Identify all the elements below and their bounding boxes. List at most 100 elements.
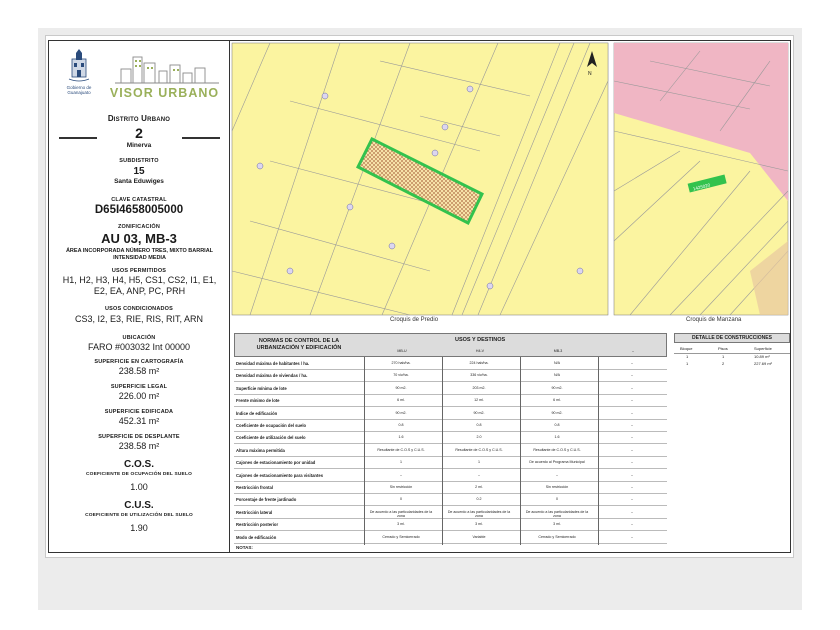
table-cell: 1	[686, 361, 689, 366]
table-row: Frente mínimo de lote 6 ml. 12 ml. 6 ml. –	[234, 396, 667, 408]
norma-value: –	[631, 361, 633, 365]
norma-value: 1.6	[554, 435, 560, 440]
norma-name: Coeficiente de ocupación del suelo	[236, 423, 307, 428]
table-row: Restricción posterior 3 ml. 3 ml. 3 ml. –	[234, 520, 667, 532]
sup-edificada-value: 452.31 m²	[118, 416, 160, 426]
norma-value: Sin restricción	[389, 485, 413, 489]
usos-permitidos-value: H1, H2, H3, H4, H5, CS1, CS2, I1, E1, E2…	[62, 275, 217, 296]
norma-value: 90 m2.	[395, 385, 407, 390]
norma-value: –	[631, 373, 633, 378]
norma-name: Densidad máxima de viviendas / ha.	[236, 373, 308, 379]
manzana-caption: Croquis de Manzana	[686, 317, 742, 323]
norma-value: 1	[400, 460, 402, 465]
detalle-table: DETALLE DE CONSTRUCCIONES Bloque Pisos S…	[674, 331, 790, 391]
document-sheet: Gobierno de Guanajuato VISOR URBANO Dist…	[45, 35, 794, 558]
norma-value: 90 m2.	[551, 410, 563, 415]
table-row: Modo de edificación Cerrado y Semicerrado…	[234, 533, 667, 544]
divider	[364, 357, 365, 545]
divider	[442, 357, 443, 545]
ubicacion-label: UBICACIÓN	[122, 335, 156, 341]
brand-title: VISOR URBANO	[109, 86, 220, 100]
norma-value: –	[631, 497, 633, 502]
zonificacion-value: AU 03, MB-3	[101, 231, 177, 246]
normas-header-right: USOS Y DESTINOS	[455, 337, 506, 343]
norma-name: Superficie mínima de lote	[236, 385, 287, 391]
cus-title: C.U.S.	[124, 500, 154, 511]
norma-name: Densidad máxima de habitantes / ha.	[236, 361, 310, 366]
normas-table: NORMAS DE CONTROL DE LA URBANIZACIÓN Y E…	[230, 331, 669, 552]
normas-table-header: NORMAS DE CONTROL DE LA URBANIZACIÓN Y E…	[234, 333, 667, 357]
norma-value: 3 ml.	[553, 522, 561, 527]
norma-value: 3 ml.	[397, 522, 405, 527]
table-row: Restricción lateral De acuerdo a las part…	[234, 508, 667, 519]
norma-value: 224 hab/ha.	[469, 361, 489, 365]
norma-value: 6 ml.	[397, 398, 405, 403]
table-row: Densidad máxima de habitantes / ha. 270 h…	[234, 359, 667, 370]
zonificacion-label: ZONIFICACIÓN	[117, 224, 161, 230]
detalle-col: Bloque	[680, 346, 693, 351]
norma-value: 12 ml.	[474, 398, 484, 403]
sup-legal-label: SUPERFICIE LEGAL	[110, 384, 168, 390]
norma-value: –	[631, 447, 633, 452]
ubicacion-value: FARO #003032 Int 00000	[87, 342, 191, 352]
cos-value: 1.00	[130, 482, 148, 492]
norma-name: Porcentaje de frente jardinado	[236, 497, 297, 503]
subdistrito-label: SUBDISTRITO	[119, 158, 159, 164]
norma-value: –	[631, 385, 633, 390]
col-header: –	[632, 349, 634, 353]
norma-value: –	[631, 423, 633, 427]
municipality-logo: Gobierno de Guanajuato	[57, 49, 101, 101]
norma-value: Cerrado y Semicerrado	[382, 534, 420, 539]
notas-label: NOTAS:	[236, 545, 253, 550]
clave-value: D65I4658005000	[94, 204, 184, 216]
norma-value: 336 viv/ha.	[470, 373, 488, 378]
municipality-text: Gobierno de Guanajuato	[66, 85, 92, 95]
norma-value: 1	[478, 460, 480, 465]
distrito-name: Minerva	[126, 142, 152, 149]
norma-value: –	[631, 472, 633, 477]
norma-value: 2 ml.	[475, 485, 483, 489]
norma-value: 2.0	[476, 435, 482, 440]
table-cell: 10.89 m²	[754, 354, 770, 359]
subdistrito-name: Santa Eduwiges	[114, 178, 164, 185]
norma-name: Cajones de estacionamiento para visitant…	[236, 472, 324, 478]
normas-header-left: NORMAS DE CONTROL DE LA URBANIZACIÓN Y E…	[256, 338, 342, 351]
clave-label: CLAVE CATASTRAL	[111, 197, 167, 203]
norma-value: –	[631, 509, 633, 514]
cos-title: C.O.S.	[123, 459, 154, 470]
norma-value: 203 m2.	[472, 385, 486, 390]
subdistrito-number: 15	[133, 166, 145, 177]
norma-name: Restricción posterior	[236, 522, 279, 528]
norma-name: Altura máxima permitida	[236, 447, 285, 453]
norma-value: –	[631, 460, 633, 465]
col-header: H4-V	[475, 349, 485, 353]
norma-value: N/A	[554, 373, 560, 378]
sup-cartografia-label: SUPERFICIE EN CARTOGRAFÍA	[94, 359, 184, 365]
table-row: Superficie mínima de lote 90 m2. 203 m2. 90…	[234, 384, 667, 395]
divider	[520, 357, 521, 545]
norma-name: Índice de edificación	[236, 410, 278, 416]
zonificacion-desc: ÁREA INCORPORADA NÚMERO TRES, MIXTO BARR…	[65, 248, 214, 261]
table-row: Cajones de estacionamiento para visitant…	[234, 471, 667, 482]
norma-value: De acuerdo al Programa Municipal	[529, 460, 585, 465]
norma-value: –	[631, 534, 633, 539]
col-header: MB-3	[553, 349, 563, 353]
detalle-col: Superficie	[754, 346, 772, 351]
city-skyline-icon	[115, 56, 219, 84]
table-row: Densidad máxima de viviendas / ha. 70 viv…	[234, 371, 667, 383]
manzana-map[interactable]: 1425020	[613, 42, 789, 316]
norma-name: Frente mínimo de lote	[236, 398, 280, 404]
norma-value: –	[631, 522, 633, 527]
predio-map[interactable]: N	[231, 42, 609, 316]
info-panel: Gobierno de Guanajuato VISOR URBANO Dist…	[49, 41, 230, 552]
detalle-header-row: Bloque Pisos Superficie	[674, 345, 790, 354]
distrito-label: Distrito Urbano	[107, 114, 171, 123]
table-row: 1 1 10.89 m²	[674, 354, 790, 361]
norma-value: 0	[556, 497, 558, 502]
norma-name: Restricción lateral	[236, 509, 273, 515]
table-cell: 1	[686, 354, 689, 359]
header-logos: Gobierno de Guanajuato VISOR URBANO	[57, 49, 222, 104]
norma-value: Cerrado y Semicerrado	[538, 534, 576, 539]
sup-edificada-label: SUPERFICIE EDIFICADA	[104, 409, 174, 415]
municipality-seal-icon	[68, 49, 90, 82]
